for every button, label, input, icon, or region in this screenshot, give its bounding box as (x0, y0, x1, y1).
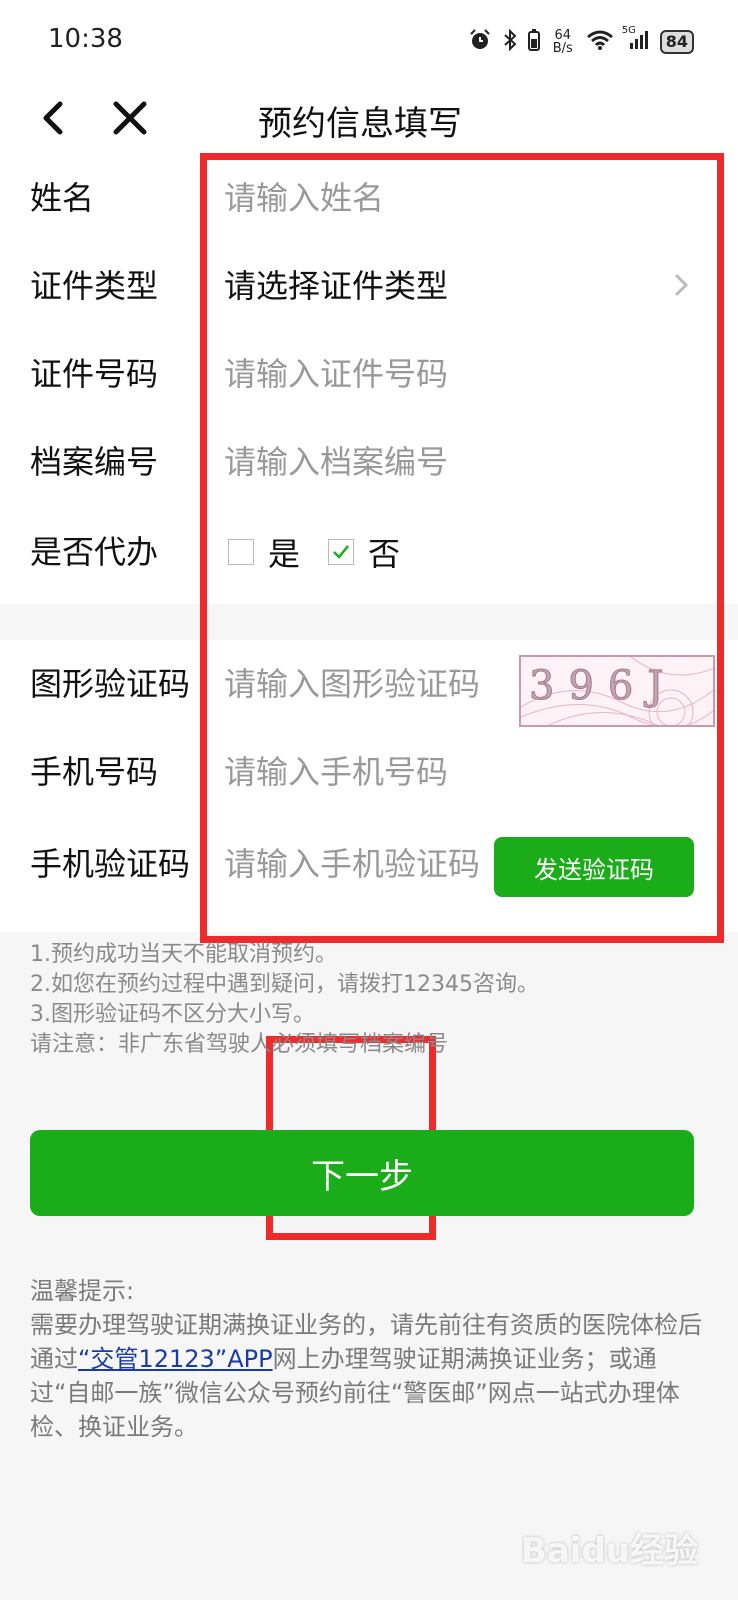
proxy-row: 是否代办 是 否 (0, 508, 738, 596)
proxy-no-checkbox[interactable] (328, 539, 355, 565)
tips-heading: 温馨提示: (30, 1277, 135, 1305)
proxy-label: 是否代办 (30, 533, 159, 571)
chevron-right-icon (666, 270, 696, 300)
notes: 1.预约成功当天不能取消预约。 2.如您在预约过程中遇到疑问，请拨打12345咨… (30, 940, 720, 1060)
captcha-image[interactable]: 396J (519, 655, 715, 727)
status-bar: 10:38 64 B/s 5G 84 (0, 0, 738, 84)
battery-icon: 84 (659, 30, 694, 54)
proxy-yes-checkbox[interactable] (228, 539, 254, 565)
tips-body: 需要办理驾驶证期满换证业务的，请先前往有资质的医院体检后通过“交管12123”A… (30, 1311, 702, 1441)
nav-bar: 预约信息填写 (0, 84, 738, 154)
file-number-label: 档案编号 (30, 443, 159, 481)
name-label: 姓名 (30, 179, 95, 217)
captcha-label: 图形验证码 (30, 665, 191, 703)
back-icon[interactable] (34, 96, 74, 140)
status-time: 10:38 (48, 24, 123, 54)
baidu-watermark: Baidu经验 (520, 1531, 698, 1571)
name-row: 姓名 (0, 154, 738, 242)
file-number-input[interactable] (224, 436, 694, 488)
note-item: 请注意：非广东省驾驶人必须填写档案编号 (30, 1032, 449, 1057)
close-icon[interactable] (110, 96, 150, 140)
id-type-row[interactable]: 证件类型 请选择证件类型 (0, 242, 738, 330)
captcha-input[interactable] (224, 658, 504, 710)
next-step-button[interactable]: 下一步 (30, 1130, 694, 1216)
proxy-options: 是 否 (228, 508, 400, 596)
check-icon (333, 545, 349, 559)
signal-icon: 5G (622, 25, 650, 56)
status-icons: 64 B/s 5G 84 (468, 22, 694, 62)
proxy-yes-label[interactable]: 是 (268, 529, 300, 575)
page-title: 预约信息填写 (258, 104, 462, 144)
name-input[interactable] (224, 172, 694, 224)
captcha-text: 396J (528, 663, 678, 710)
proxy-no-label[interactable]: 否 (368, 529, 400, 575)
wifi-icon (586, 29, 614, 56)
phone-row: 手机号码 (0, 728, 738, 816)
send-code-button[interactable]: 发送验证码 (494, 837, 694, 897)
note-item: 3.图形验证码不区分大小写。 (30, 1002, 315, 1027)
form-section-basic: 姓名 证件类型 请选择证件类型 证件号码 档案编号 是否代办 是 否 (0, 154, 738, 604)
net-speed: 64 B/s (552, 28, 573, 56)
battery-small-icon (527, 28, 540, 56)
phone-label: 手机号码 (30, 753, 159, 791)
id-number-label: 证件号码 (30, 355, 159, 393)
tips: 温馨提示: 需要办理驾驶证期满换证业务的，请先前往有资质的医院体检后通过“交管1… (30, 1274, 710, 1444)
note-item: 1.预约成功当天不能取消预约。 (30, 942, 337, 967)
sms-input[interactable] (224, 838, 488, 890)
phone-input[interactable] (224, 746, 694, 798)
alarm-icon (468, 28, 492, 57)
id-type-label: 证件类型 (30, 267, 159, 305)
file-number-row: 档案编号 (0, 418, 738, 506)
id-number-input[interactable] (224, 348, 694, 400)
id-type-select[interactable]: 请选择证件类型 (224, 242, 448, 330)
sms-label: 手机验证码 (30, 845, 191, 883)
app-link[interactable]: “交管12123”APP (78, 1345, 273, 1373)
note-item: 2.如您在预约过程中遇到疑问，请拨打12345咨询。 (30, 972, 539, 997)
bluetooth-icon (502, 28, 518, 57)
id-number-row: 证件号码 (0, 330, 738, 418)
